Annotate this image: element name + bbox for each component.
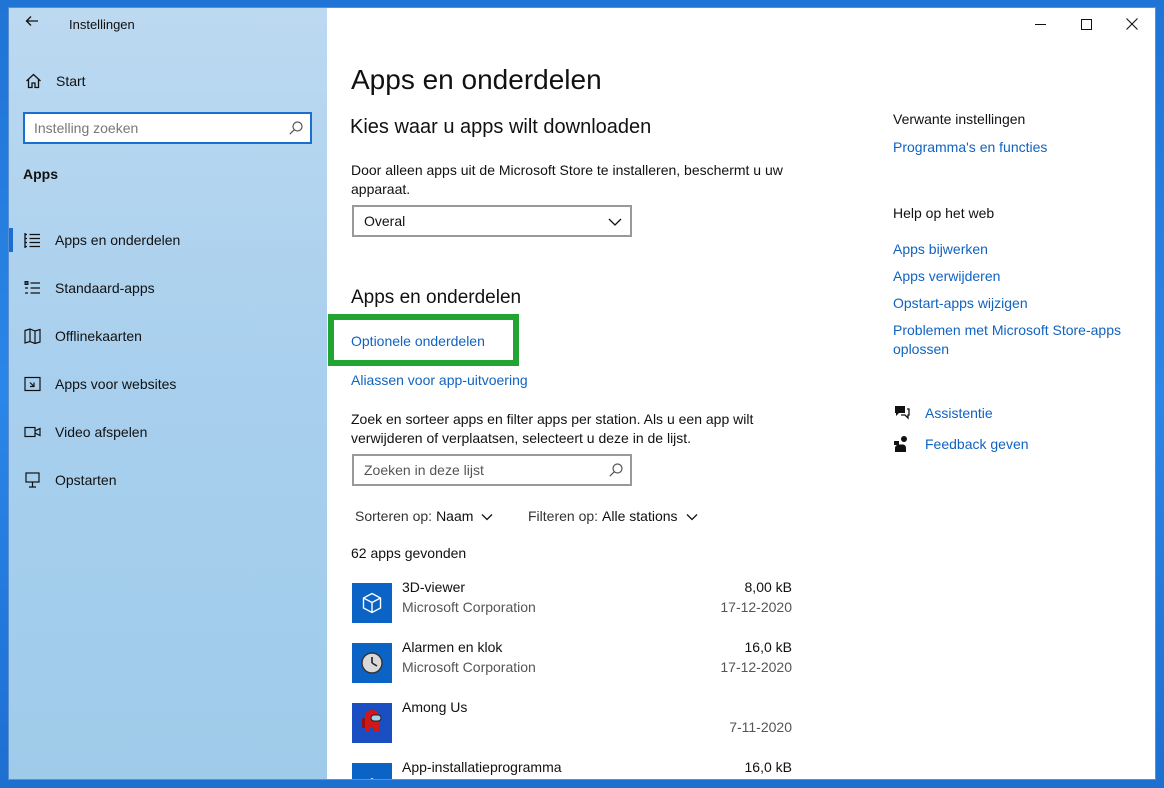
app-list-item[interactable]: Alarmen en klok Microsoft Corporation 16… bbox=[352, 639, 792, 699]
chevron-down-icon bbox=[481, 510, 493, 522]
sort-label: Sorteren op: bbox=[355, 508, 433, 524]
sidebar: Instellingen Start Apps Apps en onderdel… bbox=[9, 8, 327, 779]
filter-dropdown[interactable]: Filteren op: Alle stations bbox=[528, 508, 698, 524]
app-name: Alarmen en klok bbox=[402, 639, 503, 655]
sidebar-item-offlinekaarten[interactable]: Offlinekaarten bbox=[9, 312, 327, 360]
app-publisher: Microsoft Corporation bbox=[402, 599, 536, 615]
app-name: 3D-viewer bbox=[402, 579, 466, 595]
maximize-icon[interactable] bbox=[1063, 8, 1109, 40]
sort-dropdown[interactable]: Sorteren op: Naam bbox=[355, 508, 493, 524]
settings-window: Instellingen Start Apps Apps en onderdel… bbox=[8, 7, 1156, 780]
sidebar-item-label: Standaard-apps bbox=[55, 280, 155, 296]
video-icon bbox=[23, 423, 41, 441]
dropdown-value: Overal bbox=[364, 213, 406, 229]
app-size: 16,0 kB bbox=[744, 759, 792, 775]
map-icon bbox=[23, 327, 41, 345]
main-content: Apps en onderdelen Kies waar u apps wilt… bbox=[327, 8, 1155, 779]
app-date: 17-12-2020 bbox=[720, 599, 792, 615]
page-title: Apps en onderdelen bbox=[351, 64, 602, 95]
app-list-search-input[interactable] bbox=[354, 456, 594, 484]
download-source-dropdown[interactable]: Overal bbox=[352, 205, 632, 237]
sidebar-section-title: Apps bbox=[23, 166, 58, 182]
assist-row[interactable]: Assistentie bbox=[893, 404, 993, 422]
remove-apps-link[interactable]: Apps verwijderen bbox=[893, 267, 1143, 286]
app-list-search bbox=[352, 454, 632, 486]
programs-features-link[interactable]: Programma's en functies bbox=[893, 138, 1143, 157]
apps-count: 62 apps gevonden bbox=[351, 545, 467, 561]
search-icon[interactable] bbox=[288, 120, 304, 136]
app-title: Instellingen bbox=[69, 17, 135, 32]
related-settings-heading: Verwante instellingen bbox=[893, 111, 1026, 127]
feedback-row[interactable]: Feedback geven bbox=[893, 435, 1029, 453]
startup-apps-link[interactable]: Opstart-apps wijzigen bbox=[893, 294, 1143, 313]
store-troubleshoot-link[interactable]: Problemen met Microsoft Store-apps oplos… bbox=[893, 321, 1133, 359]
chat-help-icon bbox=[893, 404, 911, 422]
app-list-item[interactable]: Among Us 7-11-2020 bbox=[352, 699, 792, 759]
app-list-item[interactable]: 3D-viewer Microsoft Corporation 8,00 kB … bbox=[352, 579, 792, 639]
sidebar-item-apps-en-onderdelen[interactable]: Apps en onderdelen bbox=[9, 216, 327, 264]
close-icon[interactable] bbox=[1109, 8, 1155, 40]
back-arrow-icon[interactable] bbox=[21, 14, 43, 34]
settings-search-input[interactable] bbox=[25, 114, 275, 142]
window-controls bbox=[1017, 8, 1155, 40]
settings-search bbox=[23, 112, 312, 144]
sidebar-item-label: Apps voor websites bbox=[55, 376, 177, 392]
filter-description: Zoek en sorteer apps en filter apps per … bbox=[351, 411, 754, 446]
download-heading: Kies waar u apps wilt downloaden bbox=[350, 116, 652, 138]
app-date: 17-12-2020 bbox=[720, 659, 792, 675]
sidebar-item-label: Apps en onderdelen bbox=[55, 232, 181, 248]
sidebar-home[interactable]: Start bbox=[23, 71, 86, 91]
app-list-item[interactable]: App-installatieprogramma 16,0 kB bbox=[352, 759, 792, 779]
home-icon bbox=[23, 71, 43, 91]
chevron-down-icon bbox=[608, 215, 622, 229]
app-date: 7-11-2020 bbox=[729, 719, 792, 735]
apps-list-icon bbox=[23, 231, 41, 249]
filter-label: Filteren op: bbox=[528, 508, 599, 524]
sort-value: Naam bbox=[436, 508, 474, 524]
clock-icon bbox=[352, 643, 392, 683]
app-publisher: Microsoft Corporation bbox=[402, 659, 536, 675]
home-label: Start bbox=[56, 73, 86, 89]
download-description: Door alleen apps uit de Microsoft Store … bbox=[351, 162, 783, 197]
optional-features-link[interactable]: Optionele onderdelen bbox=[351, 333, 485, 349]
app-alias-link[interactable]: Aliassen voor app-uitvoering bbox=[351, 372, 528, 388]
sidebar-item-apps-voor-websites[interactable]: Apps voor websites bbox=[9, 360, 327, 408]
titlebar-left: Instellingen bbox=[9, 8, 327, 40]
among-us-icon bbox=[352, 703, 392, 743]
sidebar-item-opstarten[interactable]: Opstarten bbox=[9, 456, 327, 504]
default-apps-icon bbox=[23, 279, 41, 297]
chevron-down-icon bbox=[686, 510, 698, 522]
app-name: App-installatieprogramma bbox=[402, 759, 562, 775]
filter-value: Alle stations bbox=[602, 508, 678, 524]
apps-heading: Apps en onderdelen bbox=[351, 287, 522, 308]
website-icon bbox=[23, 375, 41, 393]
feedback-label: Feedback geven bbox=[925, 436, 1029, 452]
app-size: 8,00 kB bbox=[744, 579, 792, 595]
sidebar-item-video-afspelen[interactable]: Video afspelen bbox=[9, 408, 327, 456]
app-name: Among Us bbox=[402, 699, 468, 715]
feedback-icon bbox=[893, 435, 911, 453]
update-apps-link[interactable]: Apps bijwerken bbox=[893, 240, 1143, 259]
sidebar-item-label: Opstarten bbox=[55, 472, 117, 488]
sidebar-item-label: Video afspelen bbox=[55, 424, 148, 440]
minimize-icon[interactable] bbox=[1017, 8, 1063, 40]
assist-label: Assistentie bbox=[925, 405, 993, 421]
web-help-heading: Help op het web bbox=[893, 205, 995, 221]
sidebar-nav: Apps en onderdelen Standaard-apps Offlin… bbox=[9, 216, 327, 504]
sidebar-item-standaard-apps[interactable]: Standaard-apps bbox=[9, 264, 327, 312]
sidebar-item-label: Offlinekaarten bbox=[55, 328, 142, 344]
app-size: 16,0 kB bbox=[744, 639, 792, 655]
startup-icon bbox=[23, 471, 41, 489]
search-icon[interactable] bbox=[608, 462, 624, 478]
installer-icon bbox=[352, 763, 392, 779]
cube-icon bbox=[352, 583, 392, 623]
